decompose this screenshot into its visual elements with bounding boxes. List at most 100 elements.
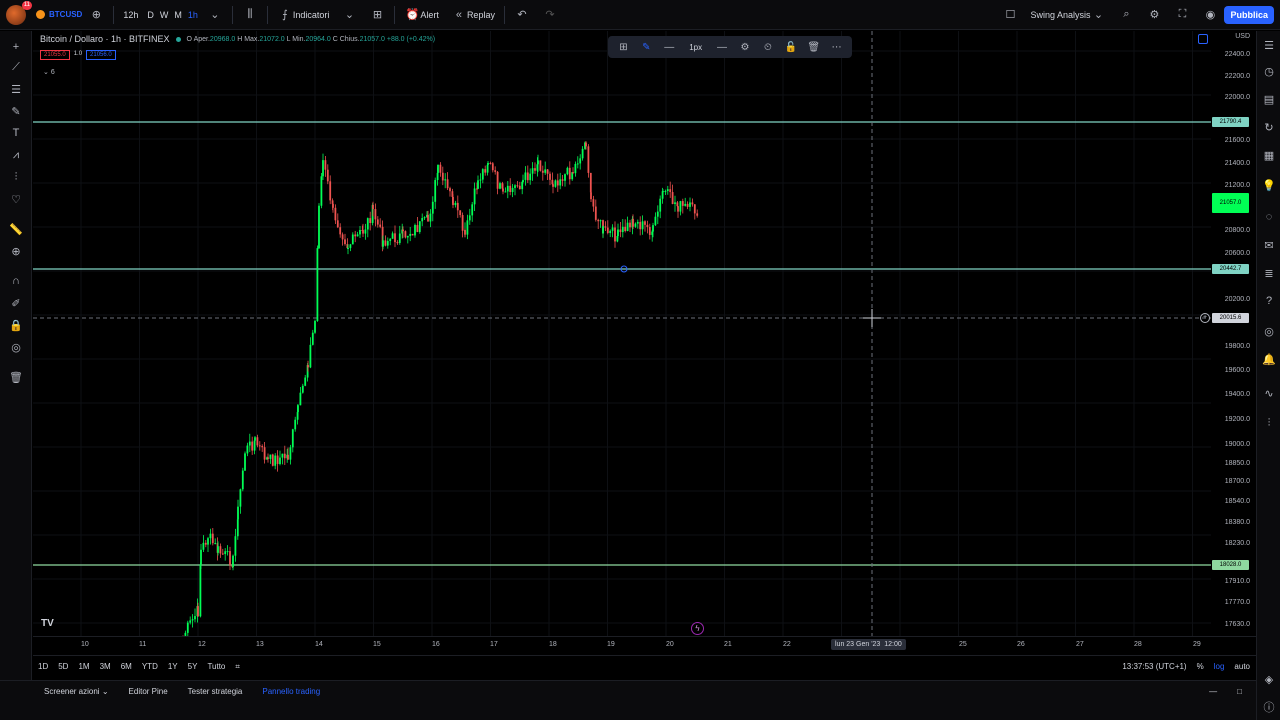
help-icon[interactable]: ? xyxy=(1261,293,1277,309)
template-icon[interactable]: ⊞ xyxy=(612,42,635,53)
line-color-icon[interactable]: ✎ xyxy=(635,42,658,53)
fullscreen-button[interactable]: ⛶ xyxy=(1168,0,1196,30)
help-circle-icon[interactable]: ⓘ xyxy=(1261,699,1277,715)
interval-w[interactable]: W xyxy=(157,0,172,30)
candle-body xyxy=(224,551,227,555)
lock-icon[interactable]: 🔓 xyxy=(779,42,802,53)
object-tree-indicator[interactable] xyxy=(1198,34,1208,44)
candle-body xyxy=(416,225,419,232)
search-button[interactable]: ⌕ xyxy=(1112,0,1140,30)
data-window-icon[interactable]: ▤ xyxy=(1261,91,1277,107)
pattern-tool-icon[interactable]: ⩘ xyxy=(8,147,24,163)
interval-d[interactable]: D xyxy=(144,0,157,30)
prediction-tool-icon[interactable]: ⫶ xyxy=(8,169,24,185)
chats-icon[interactable]: ✉ xyxy=(1261,237,1277,253)
indicators-button[interactable]: ⨍ Indicatori xyxy=(271,0,336,30)
legend-collapse-button[interactable]: ⌄ 6 xyxy=(43,68,55,76)
snapshot-button[interactable]: ◉ xyxy=(1196,0,1224,30)
go-to-date-icon[interactable]: ⌗ xyxy=(230,662,245,672)
broadcast-icon[interactable]: ◎ xyxy=(1261,323,1277,339)
line-style-icon[interactable]: — xyxy=(658,42,681,53)
range-1y[interactable]: 1Y xyxy=(163,662,183,671)
brush-tool-icon[interactable]: ✎ xyxy=(8,103,24,119)
pulse-icon[interactable]: ∿ xyxy=(1261,385,1277,401)
tab-stock-screener[interactable]: Screener azioni ⌄ xyxy=(34,687,119,696)
time-axis[interactable]: lun 23 Gen '23 12:00 10 11 12 13 14 15 16 17 18 1… xyxy=(33,636,1256,654)
range-1d[interactable]: 1D xyxy=(33,662,53,671)
tab-trading-panel[interactable]: Pannello trading xyxy=(252,687,330,696)
eye-icon[interactable]: ◎ xyxy=(8,339,24,355)
indicators-dropdown[interactable]: ⌄ xyxy=(335,0,363,30)
percent-scale-button[interactable]: % xyxy=(1197,662,1204,671)
layout-name-button[interactable]: Swing Analysis ⌄ xyxy=(1024,0,1112,30)
maximize-panel-icon[interactable]: □ xyxy=(1227,687,1252,696)
user-avatar[interactable]: 11 xyxy=(6,0,32,25)
redo-button[interactable]: ↷ xyxy=(536,0,564,30)
chart-pane[interactable] xyxy=(33,31,1211,636)
trash-icon[interactable]: 🗑 xyxy=(802,42,825,53)
tab-strategy-tester[interactable]: Tester strategia xyxy=(178,687,253,696)
watchlist-icon[interactable]: ☰ xyxy=(1261,37,1277,53)
range-ytd[interactable]: YTD xyxy=(137,662,163,671)
zoom-in-icon[interactable]: ⊕ xyxy=(8,243,24,259)
templates-button[interactable]: ⊞ xyxy=(363,0,391,30)
gear-icon[interactable]: ⚙ xyxy=(734,42,757,53)
price-chart-svg[interactable] xyxy=(33,31,1211,636)
range-6m[interactable]: 6M xyxy=(116,662,137,671)
log-scale-button[interactable]: log xyxy=(1214,662,1225,671)
price-tick: 17630.0 xyxy=(1224,621,1250,628)
range-1m[interactable]: 1M xyxy=(73,662,94,671)
order-panel-icon[interactable]: ⫶ xyxy=(1261,415,1277,431)
calendar-icon[interactable]: ▦ xyxy=(1261,147,1277,163)
range-all[interactable]: Tutto xyxy=(202,662,230,671)
alerts-clock-icon[interactable]: ◷ xyxy=(1261,63,1277,79)
lock-icon[interactable]: 🔒 xyxy=(8,317,24,333)
trading-lightning-icon[interactable]: ϟ xyxy=(691,622,704,635)
line-width-label[interactable]: 1px xyxy=(681,43,711,52)
alert-add-icon[interactable]: ⏲ xyxy=(756,42,779,53)
legend-title[interactable]: Bitcoin / Dollaro · 1h · BITFINEX xyxy=(40,34,170,44)
trash-icon[interactable]: 🗑 xyxy=(8,369,24,385)
interval-1h[interactable]: 1h xyxy=(185,0,201,30)
ideas-bulb-icon[interactable]: 💡 xyxy=(1261,177,1277,193)
add-alert-plus-icon[interactable]: + xyxy=(1200,313,1210,323)
stay-drawing-icon[interactable]: ✐ xyxy=(8,295,24,311)
notifications-bell-icon[interactable]: 🔔 xyxy=(1261,351,1277,367)
alert-button[interactable]: ⏰ Alert xyxy=(398,0,445,30)
sell-button[interactable]: 21055.0 xyxy=(40,50,70,60)
range-5d[interactable]: 5D xyxy=(53,662,73,671)
crosshair-tool-icon[interactable]: + xyxy=(8,39,24,55)
clock-timezone[interactable]: 13:37:53 (UTC+1) xyxy=(1122,662,1186,671)
text-tool-icon[interactable]: T xyxy=(8,125,24,141)
range-3m[interactable]: 3M xyxy=(95,662,116,671)
interval-dropdown[interactable]: ⌄ xyxy=(201,0,229,30)
auto-scale-button[interactable]: auto xyxy=(1234,662,1250,671)
range-5y[interactable]: 5Y xyxy=(183,662,203,671)
undo-button[interactable]: ↶ xyxy=(508,0,536,30)
publish-button[interactable]: Pubblica xyxy=(1224,5,1274,24)
interval-m[interactable]: M xyxy=(171,0,185,30)
settings-button[interactable]: ⚙ xyxy=(1140,0,1168,30)
horizontal-lines-tool-icon[interactable]: ☰ xyxy=(8,81,24,97)
trend-line-tool-icon[interactable]: ⟋ xyxy=(8,59,24,75)
magnet-icon[interactable]: ∩ xyxy=(8,273,24,289)
symbol-search-button[interactable]: BTCUSD xyxy=(36,10,82,19)
hotlists-icon[interactable]: ↻ xyxy=(1261,119,1277,135)
minimize-panel-icon[interactable]: — xyxy=(1199,687,1227,696)
currency-label[interactable]: USD xyxy=(1235,33,1250,40)
line-dash-icon[interactable]: — xyxy=(711,42,734,53)
streams-icon[interactable]: ◌ xyxy=(1261,209,1277,225)
favorites-heart-icon[interactable]: ♡ xyxy=(8,191,24,207)
replay-button[interactable]: « Replay xyxy=(445,0,501,30)
cursor-date-label: lun 23 Gen '23 12:00 xyxy=(831,639,906,650)
chart-type-button[interactable]: ⫼ xyxy=(236,0,264,30)
tab-pine-editor[interactable]: Editor Pine xyxy=(119,687,178,696)
compare-button[interactable]: ⊕ xyxy=(82,0,110,30)
ruler-tool-icon[interactable]: 📏 xyxy=(8,221,24,237)
notes-icon[interactable]: ≣ xyxy=(1261,265,1277,281)
interval-12h[interactable]: 12h xyxy=(117,0,144,30)
buy-button[interactable]: 21056.0 xyxy=(86,50,116,60)
more-icon[interactable]: ⋯ xyxy=(825,42,848,53)
layout-checkbox[interactable]: ☐ xyxy=(996,0,1024,30)
layers-icon[interactable]: ◈ xyxy=(1261,671,1277,687)
